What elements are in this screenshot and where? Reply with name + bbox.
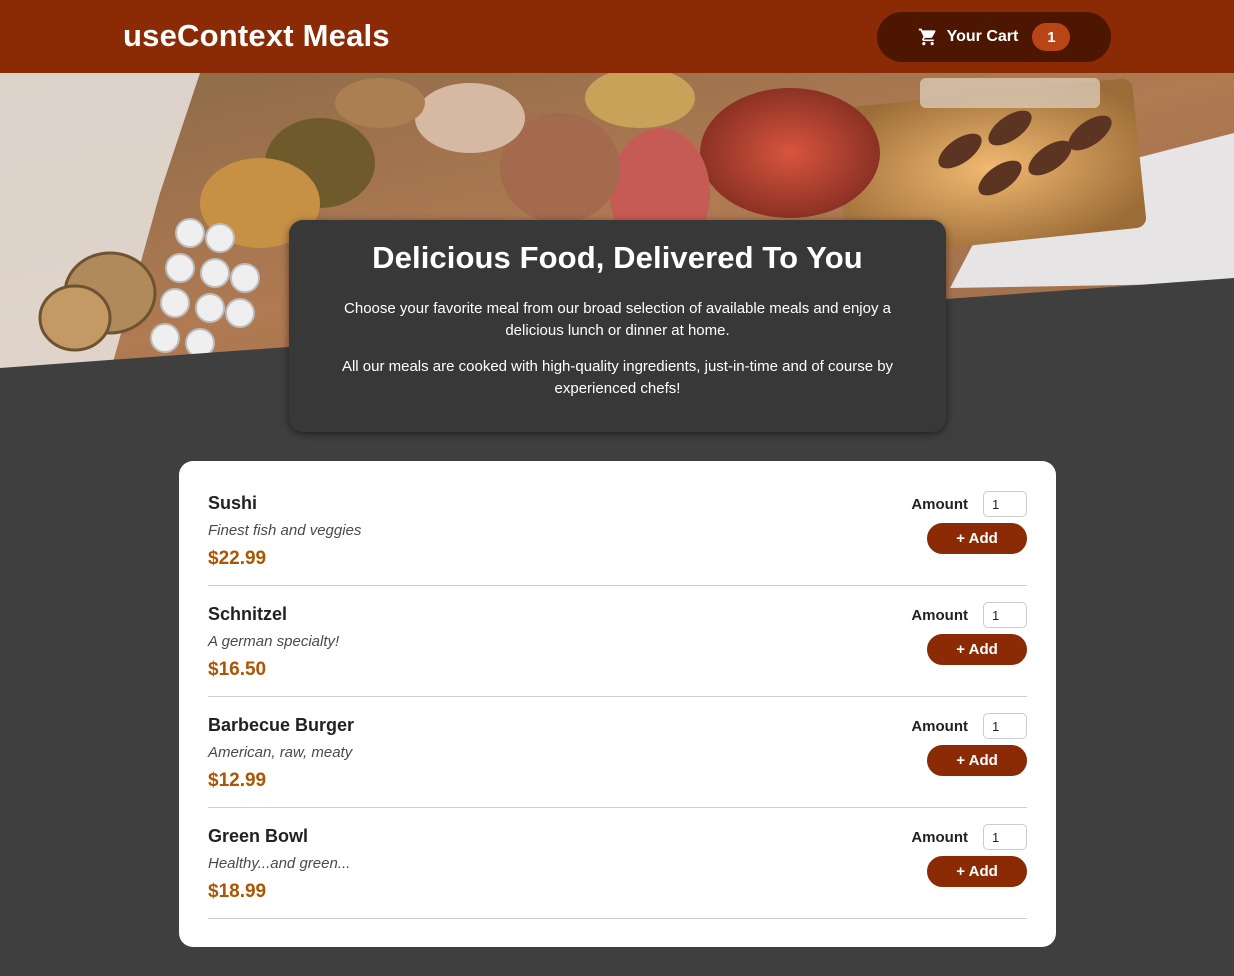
meal-name: Green Bowl <box>208 826 309 846</box>
cart-button[interactable]: Your Cart 1 <box>877 12 1111 62</box>
meal-price: $18.99 <box>208 881 267 902</box>
meal-price: $16.50 <box>208 659 267 680</box>
add-button[interactable]: + Add <box>927 856 1027 887</box>
meal-name: Barbecue Burger <box>208 715 355 735</box>
amount-label: Amount <box>911 606 968 624</box>
meal-item: Barbecue Burger American, raw, meaty $12… <box>208 697 1027 808</box>
amount-label: Amount <box>911 828 968 846</box>
meal-description: A german specialty! <box>208 633 340 650</box>
meal-description: Finest fish and veggies <box>208 522 362 539</box>
amount-row: Amount <box>911 491 1027 517</box>
shopping-cart-icon <box>918 27 938 47</box>
meal-price: $22.99 <box>208 548 267 569</box>
meal-price: $12.99 <box>208 770 267 791</box>
amount-row: Amount <box>911 713 1027 739</box>
add-button[interactable]: + Add <box>927 523 1027 554</box>
meal-description: Healthy...and green... <box>208 855 351 872</box>
meal-name: Schnitzel <box>208 604 288 624</box>
meal-description: American, raw, meaty <box>208 744 353 761</box>
meals-list: Sushi Finest fish and veggies $22.99 Amo… <box>179 461 1056 947</box>
add-button[interactable]: + Add <box>927 745 1027 776</box>
amount-input[interactable] <box>983 491 1027 517</box>
amount-label: Amount <box>911 717 968 735</box>
add-button[interactable]: + Add <box>927 634 1027 665</box>
amount-label: Amount <box>911 495 968 513</box>
app-header: useContext Meals Your Cart 1 <box>0 0 1234 73</box>
meal-name: Sushi <box>208 493 258 513</box>
amount-input[interactable] <box>983 713 1027 739</box>
meal-item: Green Bowl Healthy...and green... $18.99… <box>208 808 1027 919</box>
amount-row: Amount <box>911 824 1027 850</box>
meal-item: Schnitzel A german specialty! $16.50 Amo… <box>208 586 1027 697</box>
amount-input[interactable] <box>983 602 1027 628</box>
brand-title: useContext Meals <box>123 18 390 53</box>
cart-count-badge: 1 <box>1032 23 1071 51</box>
amount-row: Amount <box>911 602 1027 628</box>
summary-title: Delicious Food, Delivered To You <box>372 240 863 275</box>
summary-paragraph: All our meals are cooked with high-quali… <box>341 358 894 397</box>
cart-label: Your Cart <box>946 28 1019 45</box>
summary-paragraph: Choose your favorite meal from our broad… <box>344 300 891 339</box>
amount-input[interactable] <box>983 824 1027 850</box>
summary-card: Delicious Food, Delivered To You Choose … <box>289 220 946 432</box>
meal-item: Sushi Finest fish and veggies $22.99 Amo… <box>208 475 1027 586</box>
